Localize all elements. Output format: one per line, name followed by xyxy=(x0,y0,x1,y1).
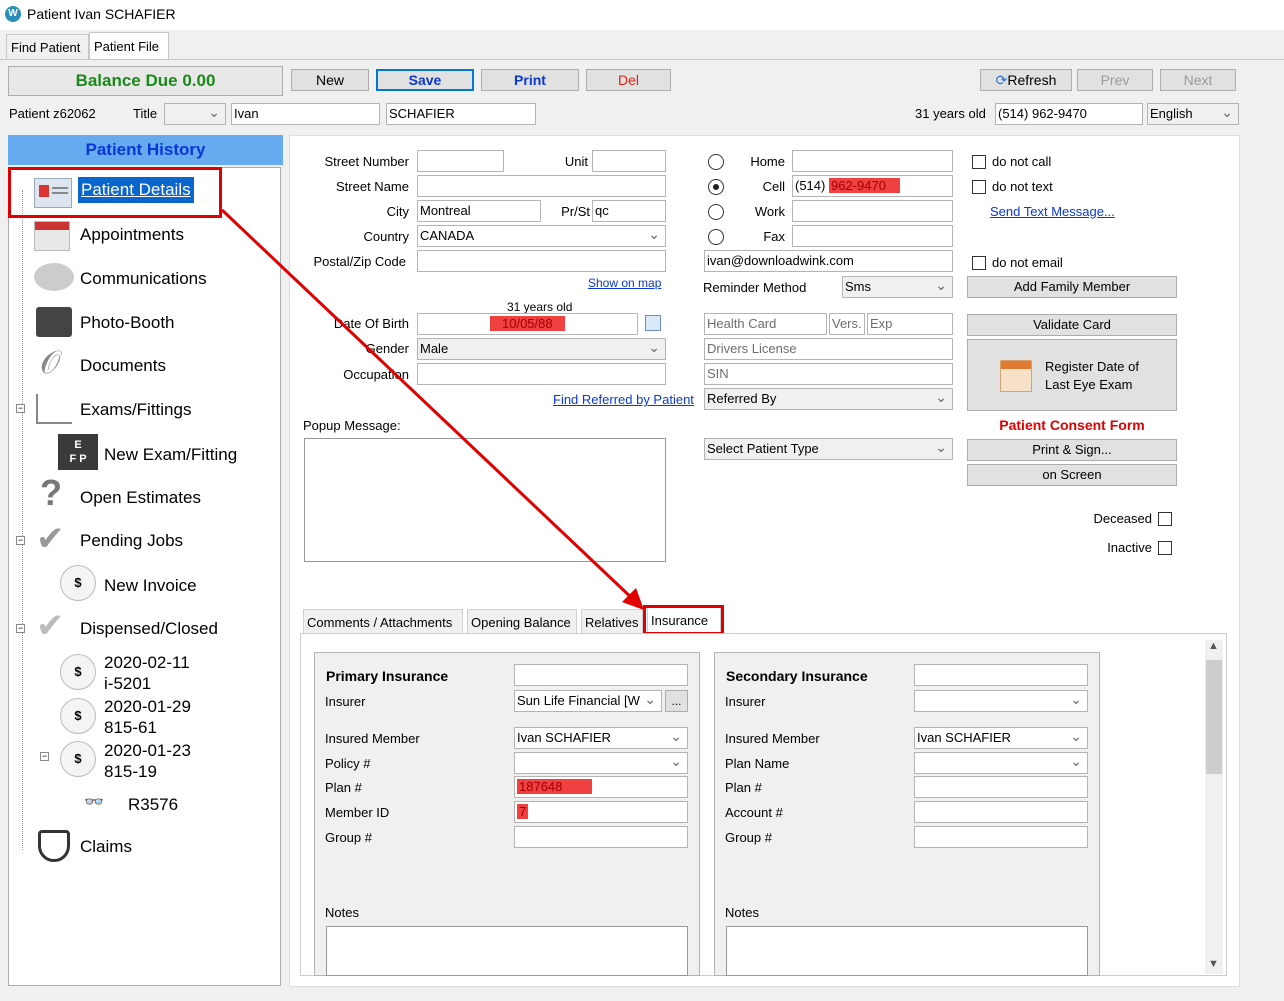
annotation-arrow xyxy=(220,208,644,610)
